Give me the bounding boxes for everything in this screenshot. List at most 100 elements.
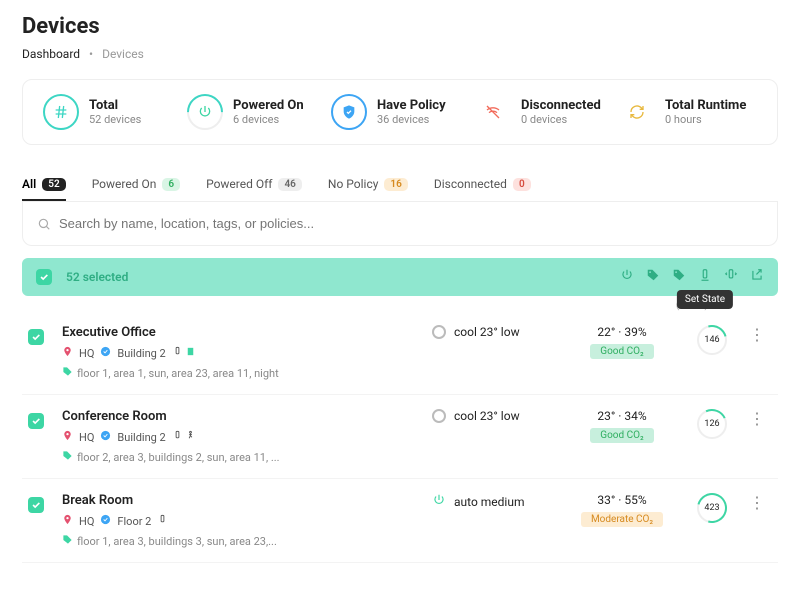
- stat-total-value: 52 devices: [89, 113, 141, 126]
- wifi-off-icon: [475, 94, 511, 130]
- device-loc1: HQ: [79, 515, 94, 528]
- tab-no-policy[interactable]: No Policy 16: [328, 169, 408, 201]
- tab-all[interactable]: All 52: [22, 169, 66, 201]
- search-icon: [37, 217, 51, 231]
- device-loc2: Building 2: [117, 431, 165, 444]
- filter-tabs: All 52 Powered On 6 Powered Off 46 No Po…: [22, 169, 778, 202]
- device-extra-icons: [172, 430, 197, 444]
- more-icon: ⋮: [749, 325, 765, 344]
- search-bar[interactable]: [22, 202, 778, 246]
- tab-disc-count: 0: [513, 178, 531, 191]
- bulk-actions: Set State: [620, 268, 764, 286]
- tab-all-label: All: [22, 177, 36, 191]
- device-meta: HQFloor 2: [62, 514, 432, 528]
- stat-policy-value: 36 devices: [377, 113, 446, 126]
- tab-off-label: Powered Off: [206, 177, 272, 191]
- more-icon: ⋮: [749, 409, 765, 428]
- stat-policy: Have Policy 36 devices: [331, 94, 469, 130]
- verified-icon: [100, 430, 111, 444]
- tab-disconnected[interactable]: Disconnected 0: [434, 169, 531, 201]
- device-env: 23° · 34% Good CO₂: [562, 409, 682, 443]
- device-name[interactable]: Conference Room: [62, 409, 432, 424]
- search-input[interactable]: [59, 216, 763, 231]
- stat-discon-label: Disconnected: [521, 98, 601, 113]
- verified-icon: [100, 514, 111, 528]
- stat-total: Total 52 devices: [43, 94, 181, 130]
- device-tags: floor 2, area 3, buildings 2, sun, area …: [62, 450, 432, 464]
- stat-runtime-value: 0 hours: [665, 113, 746, 126]
- pin-icon: [62, 430, 73, 444]
- row-checkbox[interactable]: [28, 497, 44, 513]
- device-row: Conference Room HQ Building 2 floor 2, are…: [22, 395, 778, 479]
- stat-discon-value: 0 devices: [521, 113, 601, 126]
- device-mode[interactable]: cool 23° low: [432, 409, 562, 423]
- selection-bar: 52 selected Set State: [22, 258, 778, 296]
- power-off-indicator: [432, 409, 446, 423]
- co2-badge: Good CO₂: [590, 344, 653, 359]
- tab-powered-on[interactable]: Powered On 6: [92, 169, 180, 201]
- tag-icon: [62, 366, 73, 380]
- tab-on-count: 6: [162, 178, 180, 191]
- row-menu[interactable]: ⋮: [742, 409, 772, 428]
- stat-on-label: Powered On: [233, 98, 304, 113]
- device-extra-icons: [172, 346, 197, 360]
- device-runtime: 146: [682, 325, 742, 355]
- bulk-tag-remove-icon[interactable]: [672, 268, 686, 286]
- device-tags: floor 1, area 1, sun, area 23, area 11, …: [62, 366, 432, 380]
- tag-icon: [62, 450, 73, 464]
- device-mode[interactable]: cool 23° low: [432, 325, 562, 339]
- runtime-ring: 126: [697, 409, 727, 439]
- tooltip-set-state: Set State: [677, 290, 733, 309]
- rotate-icon: [619, 94, 655, 130]
- bulk-tag-add-icon[interactable]: [646, 268, 660, 286]
- breadcrumb-sep: •: [89, 47, 93, 61]
- selection-count: 52 selected: [66, 270, 128, 284]
- tab-off-count: 46: [278, 178, 301, 191]
- device-name[interactable]: Break Room: [62, 493, 432, 508]
- device-name[interactable]: Executive Office: [62, 325, 432, 340]
- bulk-power-icon[interactable]: [620, 268, 634, 286]
- device-list: Executive Office HQ Building 2 floor 1, ar…: [22, 311, 778, 563]
- breadcrumb-root[interactable]: Dashboard: [22, 47, 80, 61]
- tab-nop-count: 16: [384, 178, 407, 191]
- verified-icon: [100, 346, 111, 360]
- tab-powered-off[interactable]: Powered Off 46: [206, 169, 302, 201]
- row-menu[interactable]: ⋮: [742, 325, 772, 344]
- hash-icon: [43, 94, 79, 130]
- select-all-checkbox[interactable]: [36, 269, 52, 285]
- co2-badge: Good CO₂: [590, 428, 653, 443]
- env-reading: 23° · 34%: [562, 409, 682, 423]
- device-loc1: HQ: [79, 347, 94, 360]
- device-runtime: 423: [682, 493, 742, 523]
- device-env: 33° · 55%Moderate CO₂: [562, 493, 682, 527]
- device-mode[interactable]: auto medium: [432, 493, 562, 510]
- bulk-export-icon[interactable]: [750, 268, 764, 286]
- pin-icon: [62, 514, 73, 528]
- row-menu[interactable]: ⋮: [742, 493, 772, 512]
- co2-badge: Moderate CO₂: [581, 512, 663, 527]
- power-on-icon: [432, 493, 446, 510]
- device-tags: floor 1, area 3, buildings 3, sun, area …: [62, 534, 432, 548]
- tab-disc-label: Disconnected: [434, 177, 507, 191]
- stat-on-value: 6 devices: [233, 113, 304, 126]
- power-icon: [187, 94, 223, 130]
- device-loc1: HQ: [79, 431, 94, 444]
- more-icon: ⋮: [749, 493, 765, 512]
- shield-icon: [331, 94, 367, 130]
- power-off-indicator: [432, 325, 446, 339]
- device-meta: HQ Building 2: [62, 430, 432, 444]
- device-row: Executive Office HQ Building 2 floor 1, ar…: [22, 311, 778, 395]
- mode-text: auto medium: [454, 495, 524, 509]
- row-checkbox[interactable]: [28, 413, 44, 429]
- hours-header: (hours): [22, 300, 708, 311]
- stat-powered-on: Powered On 6 devices: [187, 94, 325, 130]
- stat-policy-label: Have Policy: [377, 98, 446, 113]
- bulk-set-state-icon[interactable]: Set State: [698, 268, 712, 286]
- row-checkbox[interactable]: [28, 329, 44, 345]
- page-title: Devices: [22, 14, 778, 39]
- device-loc2: Building 2: [117, 347, 165, 360]
- tab-on-label: Powered On: [92, 177, 157, 191]
- breadcrumb: Dashboard • Devices: [22, 47, 778, 61]
- pin-icon: [62, 346, 73, 360]
- bulk-remote-icon[interactable]: [724, 268, 738, 286]
